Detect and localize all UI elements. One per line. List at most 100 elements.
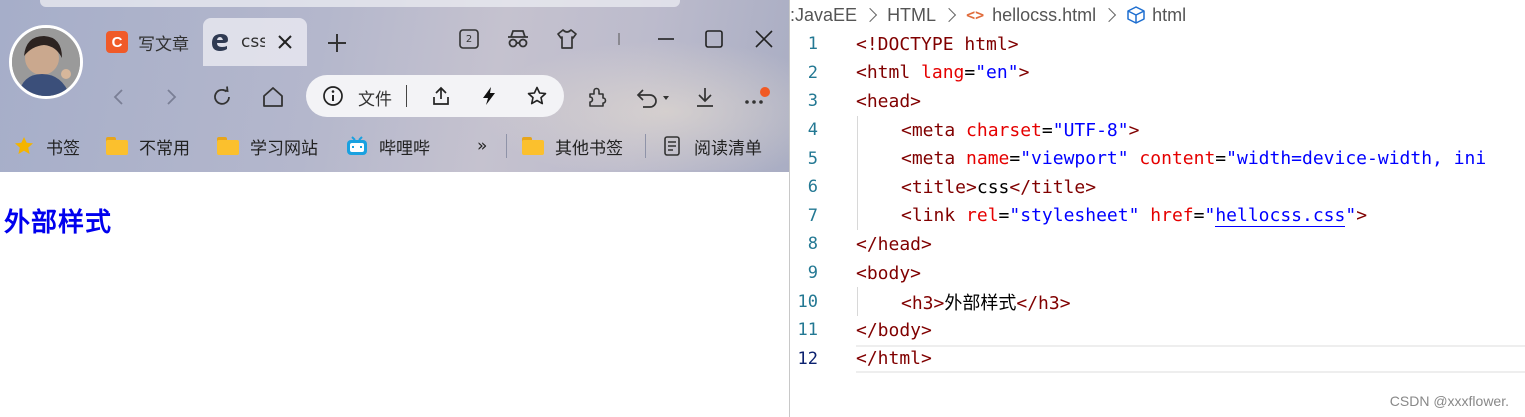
code-token: <!DOCTYPE [856,33,954,55]
bookmark-shujian[interactable]: 书签 [12,132,80,160]
code-line[interactable]: 5 <meta name="viewport" content="width=d… [790,144,1525,173]
bookmark-bilibili[interactable]: 哔哩哔 [345,132,430,160]
indent-guide [857,287,858,316]
code-token: <meta [901,148,956,170]
minimize-icon[interactable] [651,24,681,54]
code-token: > [1018,62,1030,84]
tab-css[interactable]: css [203,18,307,66]
code-line[interactable]: 6 <title>css</title> [790,172,1525,202]
code-token: "UTF-8" [1052,119,1129,141]
bookmark-label: 学习网站 [250,138,318,159]
code-line[interactable]: 3 <head> [790,87,1525,116]
code-token: "viewport" [1020,148,1129,170]
share-icon[interactable] [430,85,452,107]
code-token: css [976,176,1010,198]
breadcrumb-file[interactable]: hellocss.html [992,5,1096,26]
close-window-icon[interactable] [749,24,779,54]
browser-chrome: C 写文章 css 2 [0,0,789,172]
forward-button[interactable] [154,80,188,114]
info-icon[interactable] [322,85,344,107]
html-file-icon: <> [966,6,985,24]
code-line[interactable]: 9 <body> [790,259,1525,288]
code-token: > [1007,33,1019,55]
browser-window: C 写文章 css 2 [0,0,790,417]
code-token: " [1204,205,1216,227]
breadcrumb: : JavaEE HTML <> hellocss.html html [790,2,1186,28]
bookmark-label: 哔哩哔 [379,138,430,159]
code-line[interactable]: 4 <meta charset="UTF-8"> [790,115,1525,145]
breadcrumb-html[interactable]: HTML [887,5,936,26]
code-token: <meta [901,119,956,141]
code-line[interactable]: 11 </body> [790,316,1525,345]
address-bar[interactable]: 文件 [306,75,564,117]
reading-list-button[interactable]: 阅读清单 [660,132,762,160]
downloads-icon[interactable] [688,80,722,114]
code-line[interactable]: 8 </head> [790,230,1525,259]
code-line-current[interactable]: 12 </html> [790,344,1525,374]
line-number: 7 [807,205,818,226]
page-heading: 外部样式 [4,208,113,238]
code-area[interactable]: 1 <!DOCTYPE html> 2 <html lang="en"> 3 <… [790,30,1525,374]
maximize-icon[interactable] [699,24,729,54]
code-token: href [1139,205,1194,227]
code-token: > [1356,205,1368,227]
favorite-star-icon[interactable] [526,85,548,107]
divider-icon [604,24,634,54]
code-token: <head> [856,90,922,112]
line-number: 11 [797,320,818,341]
code-token: </head> [856,233,932,255]
bookmark-label: 其他书签 [555,138,623,159]
line-number: 6 [807,177,818,198]
code-token: charset [955,119,1042,141]
profile-avatar[interactable] [9,25,83,99]
cube-symbol-icon [1127,6,1145,24]
indent-guide [857,201,858,231]
more-menu-icon[interactable] [738,80,772,114]
stylesheet-link[interactable]: hellocss.css [1215,205,1346,228]
lightning-icon[interactable] [478,85,500,107]
folder-icon [521,135,545,157]
history-undo-icon[interactable] [630,80,674,114]
back-button[interactable] [102,80,136,114]
folder-icon [216,135,240,157]
code-token: = [964,62,976,84]
line-number: 10 [797,291,818,312]
new-tab-icon[interactable] [322,28,352,58]
bookmark-label: 书签 [46,138,80,159]
code-token: = [1009,148,1021,170]
extensions-icon[interactable] [580,80,614,114]
code-editor: : JavaEE HTML <> hellocss.html html 1 <!… [790,0,1525,417]
code-line[interactable]: 2 <html lang="en"> [790,59,1525,88]
tab-count: 2 [465,33,473,45]
close-tab-icon[interactable] [275,32,295,52]
bookmark-folder-buchangyong[interactable]: 不常用 [105,132,190,160]
breadcrumb-javaee[interactable]: JavaEE [795,5,857,26]
tab-write-article[interactable]: C 写文章 [100,18,200,66]
bookmark-folder-qitashuqian[interactable]: 其他书签 [521,132,623,160]
bookmark-label: 阅读清单 [694,138,762,159]
bookmark-folder-xuexiwangzhan[interactable]: 学习网站 [216,132,318,160]
code-token: = [998,205,1010,227]
line-number: 5 [807,148,818,169]
code-token: </title> [1009,176,1097,198]
shirt-icon[interactable] [552,24,582,54]
tab-actions-icon[interactable]: 2 [454,24,484,54]
indent-guide [857,172,858,202]
indent-guide [857,115,858,145]
folder-icon [105,135,129,157]
code-line[interactable]: 7 <link rel="stylesheet" href="hellocss.… [790,201,1525,231]
indent-guide [857,144,858,173]
code-token: <link [901,205,956,227]
breadcrumb-symbol[interactable]: html [1152,5,1186,26]
code-token: rel [955,205,999,227]
home-button[interactable] [256,80,290,114]
code-line[interactable]: 10 <h3>外部样式</h3> [790,287,1525,316]
bookmarks-overflow-button[interactable]: » [477,132,487,160]
incognito-icon[interactable] [503,24,533,54]
chevron-right-icon [862,7,878,23]
tab-title: 写文章 [138,34,189,55]
page-viewport: 外部样式 [0,172,789,417]
refresh-button[interactable] [205,80,239,114]
line-number: 4 [807,120,818,141]
code-line[interactable]: 1 <!DOCTYPE html> [790,30,1525,59]
